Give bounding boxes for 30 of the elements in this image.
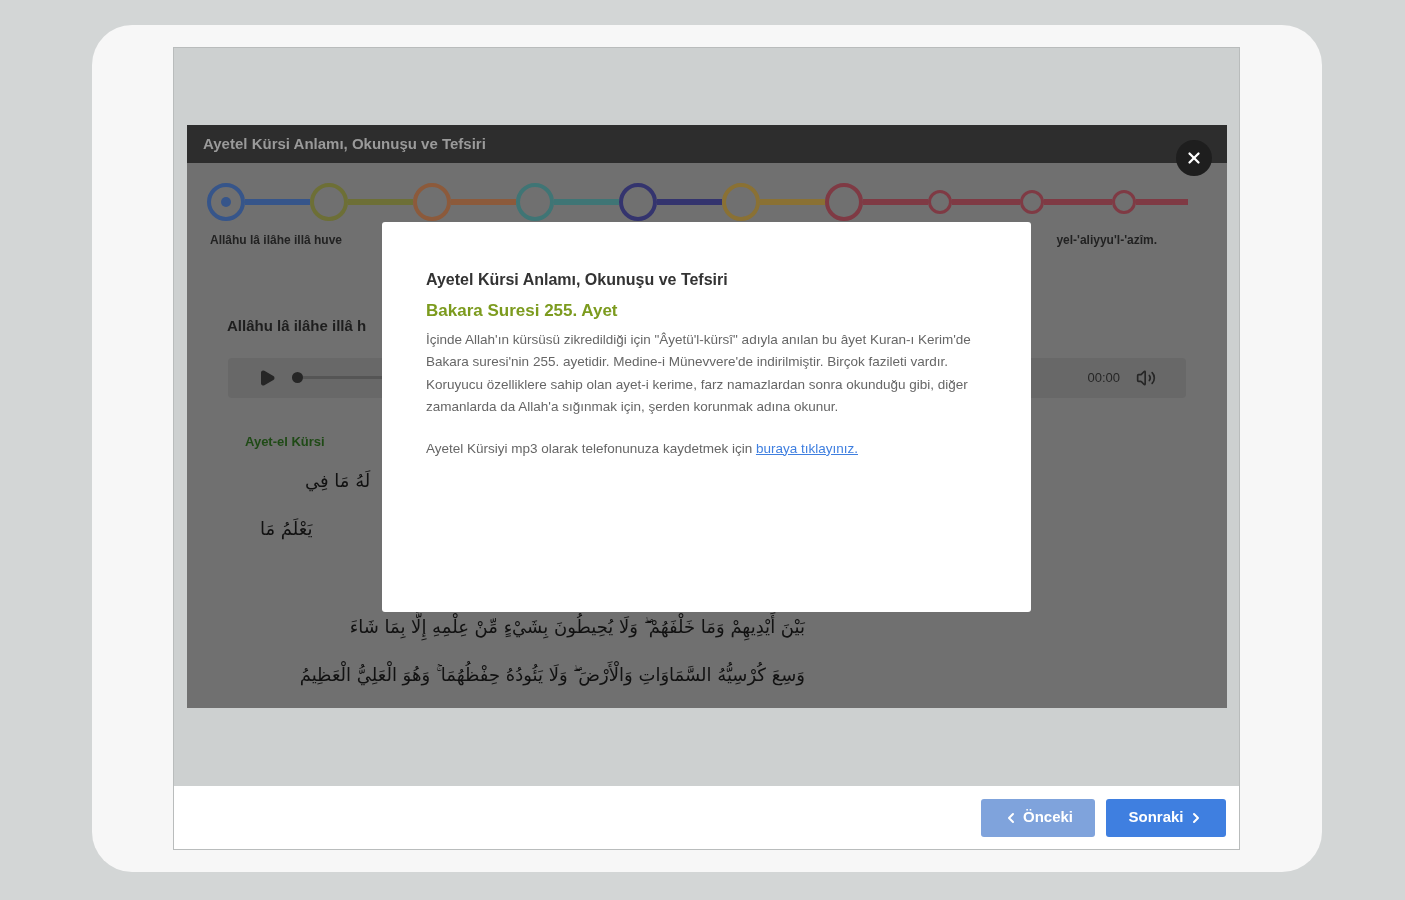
arabic-verse-line: لَهُ مَا فِي [305, 469, 371, 494]
modal-title: Ayetel Kürsi Anlamı, Okunuşu ve Tefsiri [426, 270, 728, 290]
modal-subtitle: Bakara Suresi 255. Ayet [426, 300, 618, 322]
step-connector [760, 199, 825, 205]
arabic-verse-line: يَعْلَمُ مَا [260, 517, 313, 542]
dialog-title: Ayetel Kürsi Anlamı, Okunuşu ve Tefsiri [203, 133, 486, 154]
step-connector [1136, 199, 1188, 205]
play-icon[interactable] [258, 368, 276, 387]
arabic-verse-line: وَسِعَ كُرْسِيُّهُ السَّمَاوَاتِ وَالْأَرْضَ ۖ وَلَا يَئُودُهُ حِفْظُهُمَا ۚ وَهُوَ الْعَلِيُّ الْعَظِيمُ [299, 655, 805, 695]
step-connector [863, 199, 928, 205]
step-label: yel-'aliyyu'l-'azîm. [1056, 232, 1157, 249]
step-connector [451, 199, 516, 205]
volume-icon[interactable] [1136, 367, 1156, 388]
step-connector [348, 199, 413, 205]
modal-paragraph: İçinde Allah'ın kürsüsü zikredildiği için "Âyetü'l-kürsî" adıyla anılan bu âyet Kuran-ı Kerim'de Bakara suresi'nin 255. ayetidir. Medine-i Münevvere'de indirilmiştir. Birçok fazileti vardır. Koruyucu özelliklere sahip olan ayet-i kerime, farz namazlardan sonra okunduğu gibi, diğer zamanlarda da Allah'a sığınmak için, şerden korunmak adına okunur. [426, 330, 972, 416]
next-button[interactable]: Sonraki [1106, 798, 1226, 837]
step-connector [1044, 199, 1112, 205]
download-link[interactable]: buraya tıklayınız. [755, 440, 858, 456]
step-connector [952, 199, 1020, 205]
section-label: Ayet-el Kürsi [245, 432, 325, 451]
step-connector [657, 199, 722, 205]
verse-heading: Allâhu lâ ilâhe illâ h [227, 316, 367, 336]
step-connector [245, 199, 310, 205]
arabic-verse-line: بَيْنَ أَيْدِيهِمْ وَمَا خَلْفَهُمْ ۖ وَلَا يُحِيطُونَ بِشَيْءٍ مِّنْ عِلْمِهِ إِلَّا بِمَا شَاءَ [349, 607, 805, 647]
download-sentence: Ayetel Kürsiyi mp3 olarak telefonunuza kaydetmek için buraya tıklayınız. [426, 439, 859, 458]
time-display: 00:00 [1087, 368, 1120, 387]
step-label: Allâhu lâ ilâhe illâ huve [210, 232, 343, 249]
progress-thumb[interactable] [292, 372, 303, 383]
step-connector [554, 199, 619, 205]
close-icon [1185, 149, 1203, 167]
